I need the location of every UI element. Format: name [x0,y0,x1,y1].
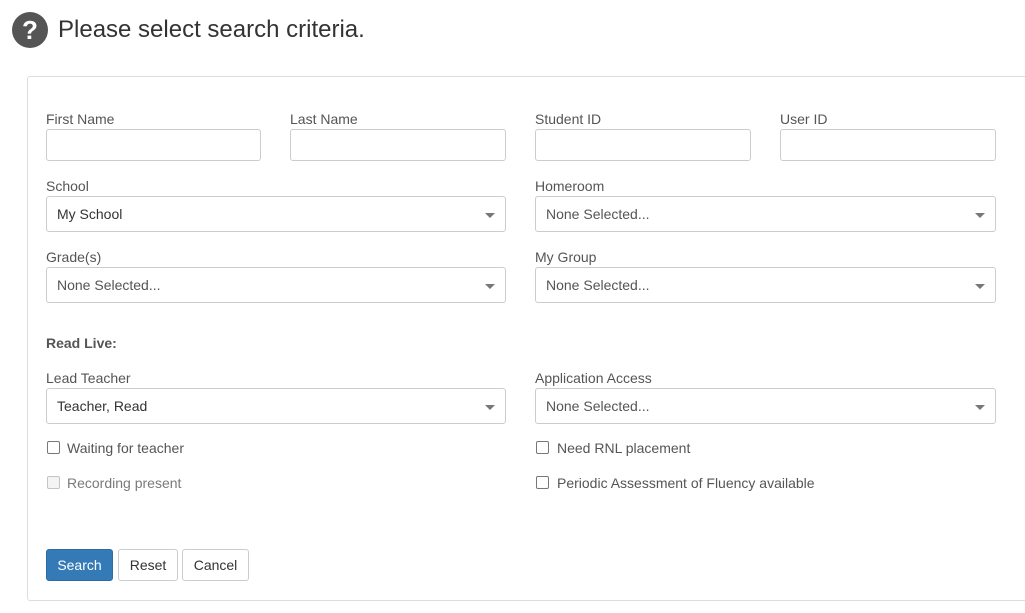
user-id-input[interactable] [780,129,996,161]
chevron-down-icon [975,284,985,289]
waiting-for-teacher-checkbox[interactable] [47,441,60,454]
recording-present-checkbox [47,476,60,489]
search-button[interactable]: Search [46,549,113,581]
page-header: ? Please select search criteria. [12,12,365,48]
school-select[interactable]: My School [46,196,506,232]
my-group-select-value: None Selected... [546,277,650,293]
periodic-assessment-label: Periodic Assessment of Fluency available [557,475,815,491]
my-group-select[interactable]: None Selected... [535,267,996,303]
need-rnl-placement-checkbox[interactable] [536,441,549,454]
chevron-down-icon [485,213,495,218]
first-name-label: First Name [46,111,115,127]
first-name-input[interactable] [46,129,261,161]
school-label: School [46,178,89,194]
question-circle-icon: ? [12,12,48,48]
waiting-for-teacher-label: Waiting for teacher [67,440,184,456]
user-id-label: User ID [780,111,828,127]
application-access-label: Application Access [535,370,652,386]
cancel-button[interactable]: Cancel [182,549,249,581]
recording-present-label: Recording present [67,475,182,491]
grades-select[interactable]: None Selected... [46,267,506,303]
lead-teacher-select-value: Teacher, Read [57,398,148,414]
chevron-down-icon [975,405,985,410]
chevron-down-icon [975,213,985,218]
homeroom-select[interactable]: None Selected... [535,196,996,232]
student-id-label: Student ID [535,111,602,127]
homeroom-label: Homeroom [535,178,605,194]
last-name-label: Last Name [290,111,358,127]
homeroom-select-value: None Selected... [546,206,650,222]
chevron-down-icon [485,405,495,410]
lead-teacher-label: Lead Teacher [46,370,131,386]
need-rnl-placement-label: Need RNL placement [557,440,691,456]
student-id-input[interactable] [535,129,751,161]
lead-teacher-select[interactable]: Teacher, Read [46,388,506,424]
search-criteria-panel: First Name Last Name Student ID User ID … [27,76,1025,601]
grades-select-value: None Selected... [57,277,161,293]
grades-label: Grade(s) [46,249,102,265]
my-group-label: My Group [535,249,597,265]
page-title: Please select search criteria. [58,16,365,43]
application-access-select[interactable]: None Selected... [535,388,996,424]
reset-button[interactable]: Reset [118,549,178,581]
application-access-select-value: None Selected... [546,398,650,414]
chevron-down-icon [485,284,495,289]
last-name-input[interactable] [290,129,506,161]
read-live-heading: Read Live: [46,335,117,351]
school-select-value: My School [57,206,123,222]
periodic-assessment-checkbox[interactable] [536,476,549,489]
